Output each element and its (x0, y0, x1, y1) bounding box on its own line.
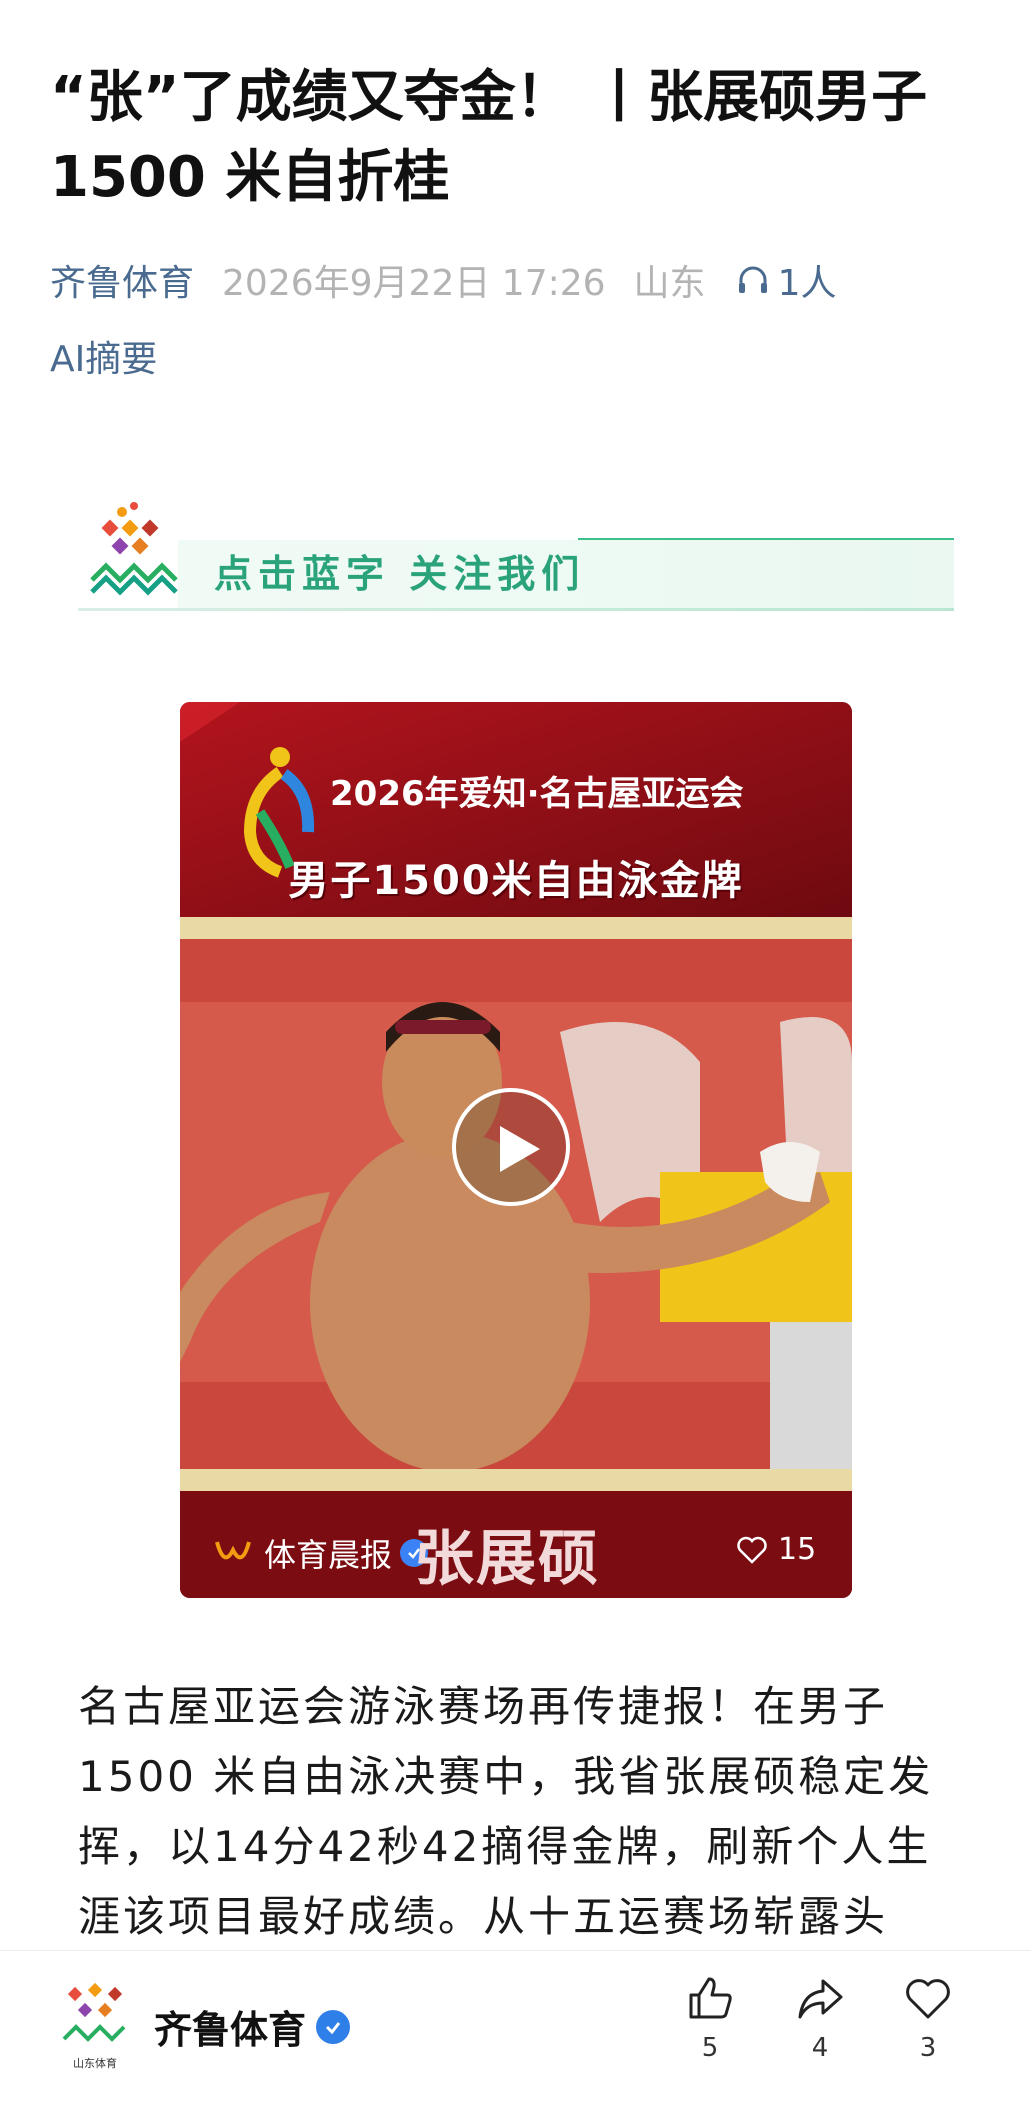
video-event-title: 2026年爱知·名古屋亚运会 (330, 774, 744, 814)
ai-summary-link[interactable]: AI摘要 (50, 330, 157, 382)
source-link[interactable]: 齐鲁体育 (50, 254, 194, 306)
channel-logo-icon (215, 1541, 251, 1560)
qilu-sports-logo-icon (90, 502, 178, 596)
article-body: 名古屋亚运会游泳赛场再传捷报！在男子1500 米自由泳决赛中，我省张展硕稳定发挥… (78, 1682, 934, 1941)
video-like-button[interactable]: 15 (736, 1532, 816, 1567)
heart-icon (737, 1536, 767, 1564)
headphones-icon (738, 266, 767, 293)
play-button[interactable] (452, 1088, 570, 1206)
video-account-name: 体育晨报 (264, 1536, 393, 1574)
heart-icon (906, 1979, 950, 2019)
publish-date: 2026年9月22日 17:26 (222, 263, 606, 304)
like-button[interactable]: 5 (670, 1973, 750, 2063)
thumbs-up-icon (689, 1977, 732, 2019)
video-player[interactable]: 2026年爱知·名古屋亚运会 男子1500米自由泳金牌 体育晨报 张展硕 15 (180, 702, 852, 1598)
article-title: “张”了成绩又夺金！ 丨张展硕男子1500 米自折桂 (50, 65, 928, 210)
favorite-count: 3 (919, 2033, 937, 2063)
video-headline: 男子1500米自由泳金牌 (288, 858, 744, 904)
like-count: 5 (701, 2033, 719, 2063)
athlete-name: 张展硕 (414, 1524, 600, 1594)
listen-button[interactable]: 1人 (736, 254, 837, 306)
account-avatar[interactable]: 山东体育 (60, 1981, 130, 2071)
share-icon (798, 1979, 843, 2019)
favorite-button[interactable]: 3 (888, 1973, 968, 2063)
play-icon (500, 1126, 540, 1172)
share-count: 4 (811, 2033, 829, 2063)
share-button[interactable]: 4 (780, 1973, 860, 2063)
video-account[interactable]: 体育晨报 (214, 1530, 429, 1576)
follow-banner[interactable]: 点击蓝字 关注我们 (78, 500, 954, 612)
account-name[interactable]: 齐鲁体育 (154, 1999, 351, 2054)
video-like-count: 15 (778, 1532, 817, 1567)
verified-icon (316, 2009, 351, 2044)
bottom-action-bar: 山东体育 齐鲁体育 5 4 3 (0, 1950, 1031, 2102)
follow-banner-text: 点击蓝字 关注我们 (214, 552, 586, 596)
account-name-text: 齐鲁体育 (154, 2008, 307, 2052)
banner-underline (78, 608, 954, 611)
article-meta: 齐鲁体育 2026年9月22日 17:26 山东 1人 (50, 252, 1010, 308)
banner-divider (578, 538, 954, 540)
listener-count: 1人 (777, 263, 837, 304)
region-label: 山东 (633, 263, 706, 304)
